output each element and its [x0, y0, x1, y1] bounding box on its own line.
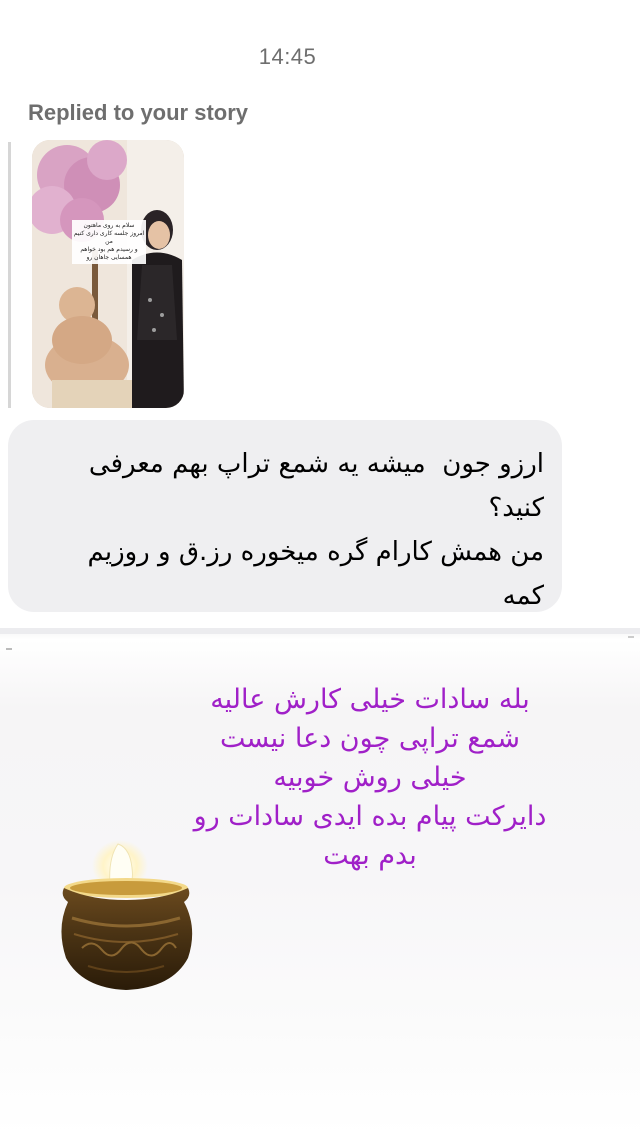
top-edge [0, 0, 640, 6]
reply-line: بدم بهت [323, 840, 417, 871]
overlay-top-edge [0, 628, 640, 634]
story-caption-line: امروز جلسه کاری داری کنیم من [73, 230, 145, 245]
message-text-span: ارزو جون میشه یه شمع تراپ بهم معرفی کنید… [87, 449, 544, 611]
incoming-message-bubble[interactable]: ارزو جون میشه یه شمع تراپ بهم معرفی کنید… [8, 420, 562, 612]
message-timestamp: 14:45 [258, 44, 317, 69]
reply-line: بله سادات خیلی کارش عالیه [210, 684, 530, 715]
reply-line: خیلی روش خوبیه [273, 762, 467, 793]
replied-to-story-label: Replied to your story [28, 100, 249, 125]
story-caption-line: سلام به روی ماهتون [83, 222, 135, 229]
reply-line: دایرکت پیام بده ایدی سادات رو [193, 801, 547, 832]
story-image [32, 140, 184, 408]
story-thumbnail[interactable]: سلام به روی ماهتون امروز جلسه کاری داری … [32, 140, 184, 408]
reply-line: شمع تراپی چون دعا نیست [220, 723, 520, 754]
incoming-message-text: ارزو جون میشه یه شمع تراپ بهم معرفی کنید… [38, 442, 544, 618]
edge-mark [6, 648, 12, 650]
candle-pot-icon [52, 838, 202, 992]
story-caption-line: و رسیدم هم بود خواهم همسایی جاهان رو [80, 246, 138, 261]
edge-mark [628, 636, 634, 638]
reply-overlay-text: بله سادات خیلی کارش عالیه شمع تراپی چون … [150, 680, 590, 875]
story-reply-rule [8, 142, 11, 408]
story-caption: سلام به روی ماهتون امروز جلسه کاری داری … [72, 220, 146, 264]
